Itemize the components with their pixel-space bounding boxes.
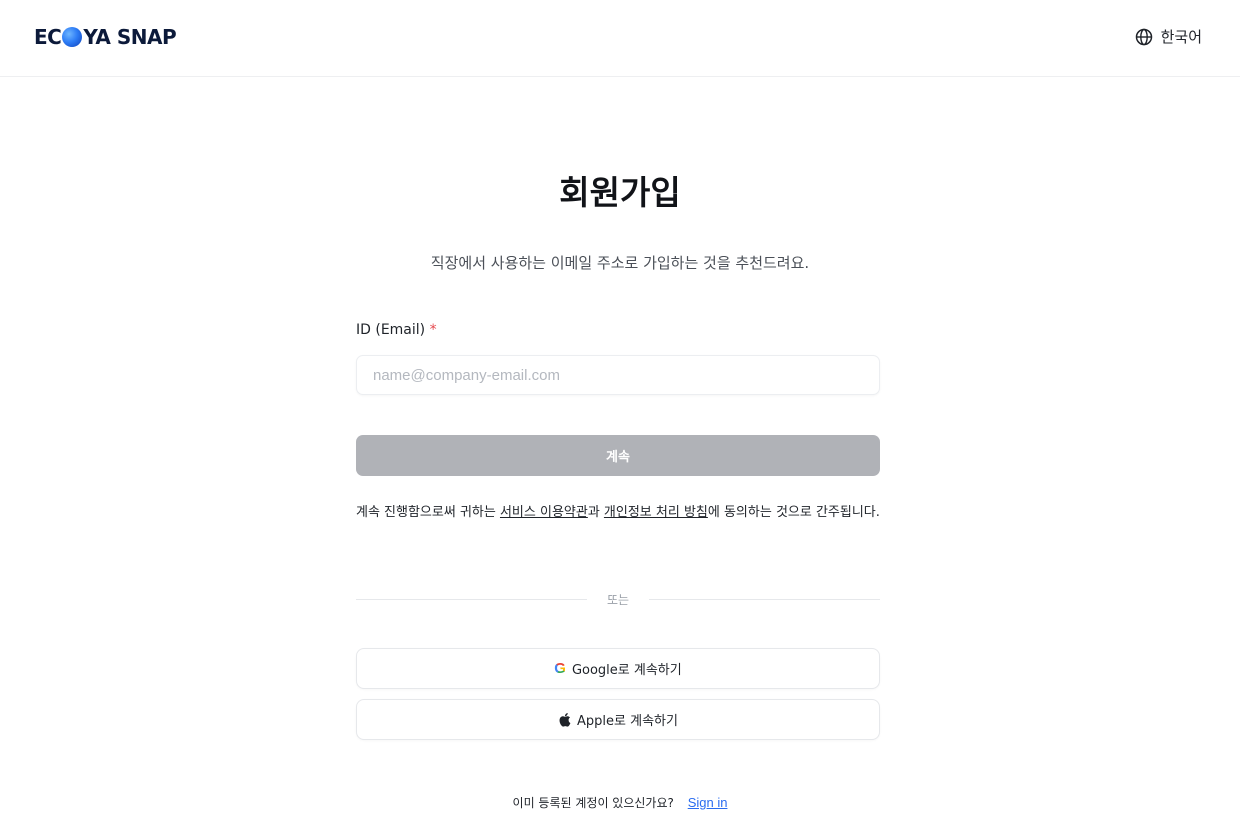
signin-question: 이미 등록된 계정이 있으신가요? [512,796,674,810]
terms-notice: 계속 진행함으로써 귀하는 서비스 이용약관과 개인정보 처리 방침에 동의하는… [356,502,880,523]
language-selector[interactable]: 한국어 [1135,26,1202,47]
globe-o-logo-icon [62,27,83,47]
terms-of-service-link[interactable]: 서비스 이용약관 [500,505,588,520]
top-bar: EC YA SNAP 한국어 [0,0,1240,77]
terms-prefix: 계속 진행함으로써 귀하는 [356,505,500,520]
or-label: 또는 [606,592,630,607]
globe-icon [1135,28,1152,45]
language-label: 한국어 [1160,29,1202,46]
terms-mid: 과 [587,505,604,520]
page-title: 회원가입 [559,173,681,212]
apple-signin-label: Apple로 계속하기 [577,714,678,729]
page-subtitle: 직장에서 사용하는 이메일 주소로 가입하는 것을 추천드려요. [430,254,810,272]
terms-suffix: 에 동의하는 것으로 간주됩니다. [707,505,880,520]
email-input[interactable] [356,355,880,395]
email-label: ID (Email) * [356,322,880,338]
google-icon: G [554,660,566,677]
divider-line-left [356,598,587,600]
signup-form: ID (Email) * 계속 계속 진행함으로써 귀하는 서비스 이용약관과 … [356,322,880,740]
signin-link[interactable]: Sign in [688,795,728,810]
logo[interactable]: EC YA SNAP [34,24,177,50]
email-label-text: ID (Email) [356,322,426,338]
apple-icon [559,713,571,727]
or-divider: 또는 [356,590,880,608]
apple-signin-button[interactable]: Apple로 계속하기 [356,699,880,740]
privacy-policy-link[interactable]: 개인정보 처리 방침 [604,505,708,520]
required-mark: * [429,322,437,338]
divider-line-right [649,598,880,600]
google-signin-label: Google로 계속하기 [571,663,682,678]
continue-button[interactable]: 계속 [356,435,880,476]
google-signin-button[interactable]: G Google로 계속하기 [356,648,880,689]
signin-prompt: 이미 등록된 계정이 있으신가요? Sign in [0,794,1240,811]
logo-prefix: EC [34,25,62,49]
logo-suffix: YA SNAP [83,25,177,49]
